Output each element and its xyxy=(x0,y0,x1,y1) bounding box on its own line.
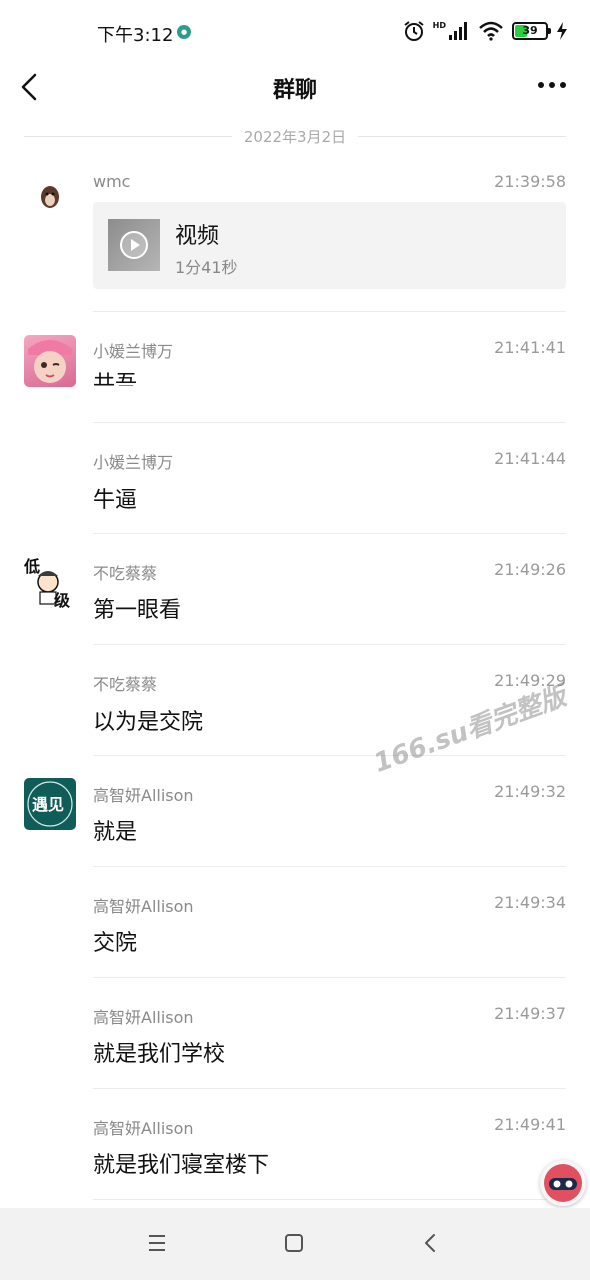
message-text: 共吾... xyxy=(93,372,158,386)
message-time: 21:39:58 xyxy=(494,172,566,191)
sender-name: 高智妍Allison xyxy=(93,1119,194,1138)
floating-bubble[interactable] xyxy=(540,1160,586,1206)
message-text: 就是 xyxy=(93,820,138,845)
message-text: 以为是交院 xyxy=(93,710,204,735)
logo-avatar-icon: 遇见 xyxy=(27,781,73,827)
sender-name: 不吃蔡蔡 xyxy=(93,675,158,694)
message-time: 21:49:41 xyxy=(494,1115,566,1134)
message-text: 就是我们寝室楼下 xyxy=(93,1153,270,1178)
sender-name: 不吃蔡蔡 xyxy=(93,564,158,583)
dog-avatar-icon xyxy=(41,186,59,208)
status-bar: 下午3:12 ● HD 39 xyxy=(0,0,590,62)
notification-icon: ● xyxy=(177,25,191,39)
system-nav-bar xyxy=(0,1208,590,1280)
status-time: 下午3:12 xyxy=(97,25,174,46)
message-time: 21:49:37 xyxy=(494,1004,566,1023)
sender-name: 高智妍Allison xyxy=(93,1008,194,1027)
video-title: 视频 xyxy=(175,224,220,249)
message-time: 21:41:41 xyxy=(494,338,566,357)
play-icon[interactable] xyxy=(119,230,149,260)
signal-icon xyxy=(449,22,467,40)
more-icon[interactable] xyxy=(536,74,568,96)
date-label: 2022年3月2日 xyxy=(243,127,347,146)
wifi-icon xyxy=(479,21,503,41)
battery-icon: 39 xyxy=(512,22,551,40)
sender-name: 小媛兰博万 xyxy=(93,453,174,472)
video-thumbnail[interactable] xyxy=(108,219,160,271)
network-label: HD xyxy=(432,20,446,30)
message-time: 21:49:34 xyxy=(494,893,566,912)
battery-percent: 39 xyxy=(522,24,538,37)
sender-name: 高智妍Allison xyxy=(93,786,194,805)
message-time: 21:41:44 xyxy=(494,449,566,468)
floating-app-icon xyxy=(544,1164,582,1202)
chat-header: 群聊 xyxy=(0,62,590,112)
sender-name: 小媛兰博万 xyxy=(93,342,174,361)
avatar-text-top: 低 xyxy=(24,557,40,576)
message-text: 就是我们学校 xyxy=(93,1042,226,1067)
home-icon[interactable] xyxy=(283,1232,305,1254)
alarm-icon xyxy=(404,21,424,41)
watermark: 166.su看完整版 xyxy=(370,681,571,779)
avatar[interactable]: 遇见 xyxy=(24,778,76,830)
message-text: 牛逼 xyxy=(93,488,138,513)
nav-back-icon[interactable] xyxy=(420,1232,442,1254)
charging-icon xyxy=(557,22,567,40)
sender-name: wmc xyxy=(93,172,131,191)
status-icons: HD 39 xyxy=(403,18,568,44)
message-text: 第一眼看 xyxy=(93,598,182,623)
video-duration: 1分41秒 xyxy=(175,258,238,277)
message-time: 21:49:26 xyxy=(494,560,566,579)
avatar-text-bottom: 级 xyxy=(54,591,71,608)
avatar[interactable]: 低 级 xyxy=(24,556,76,608)
message-text: 交院 xyxy=(93,931,138,956)
sticker-avatar-icon: 低 级 xyxy=(24,557,71,608)
avatar[interactable] xyxy=(24,335,76,387)
sender-name: 高智妍Allison xyxy=(93,897,194,916)
avatar[interactable] xyxy=(24,170,76,222)
face-avatar-icon xyxy=(28,340,72,383)
date-divider: 2022年3月2日 xyxy=(24,124,567,148)
avatar-logo-text: 遇见 xyxy=(32,795,64,814)
video-card[interactable]: 视频 1分41秒 xyxy=(93,202,566,289)
message-time: 21:49:32 xyxy=(494,782,566,801)
menu-icon[interactable] xyxy=(146,1232,168,1254)
chat-title: 群聊 xyxy=(272,78,317,103)
